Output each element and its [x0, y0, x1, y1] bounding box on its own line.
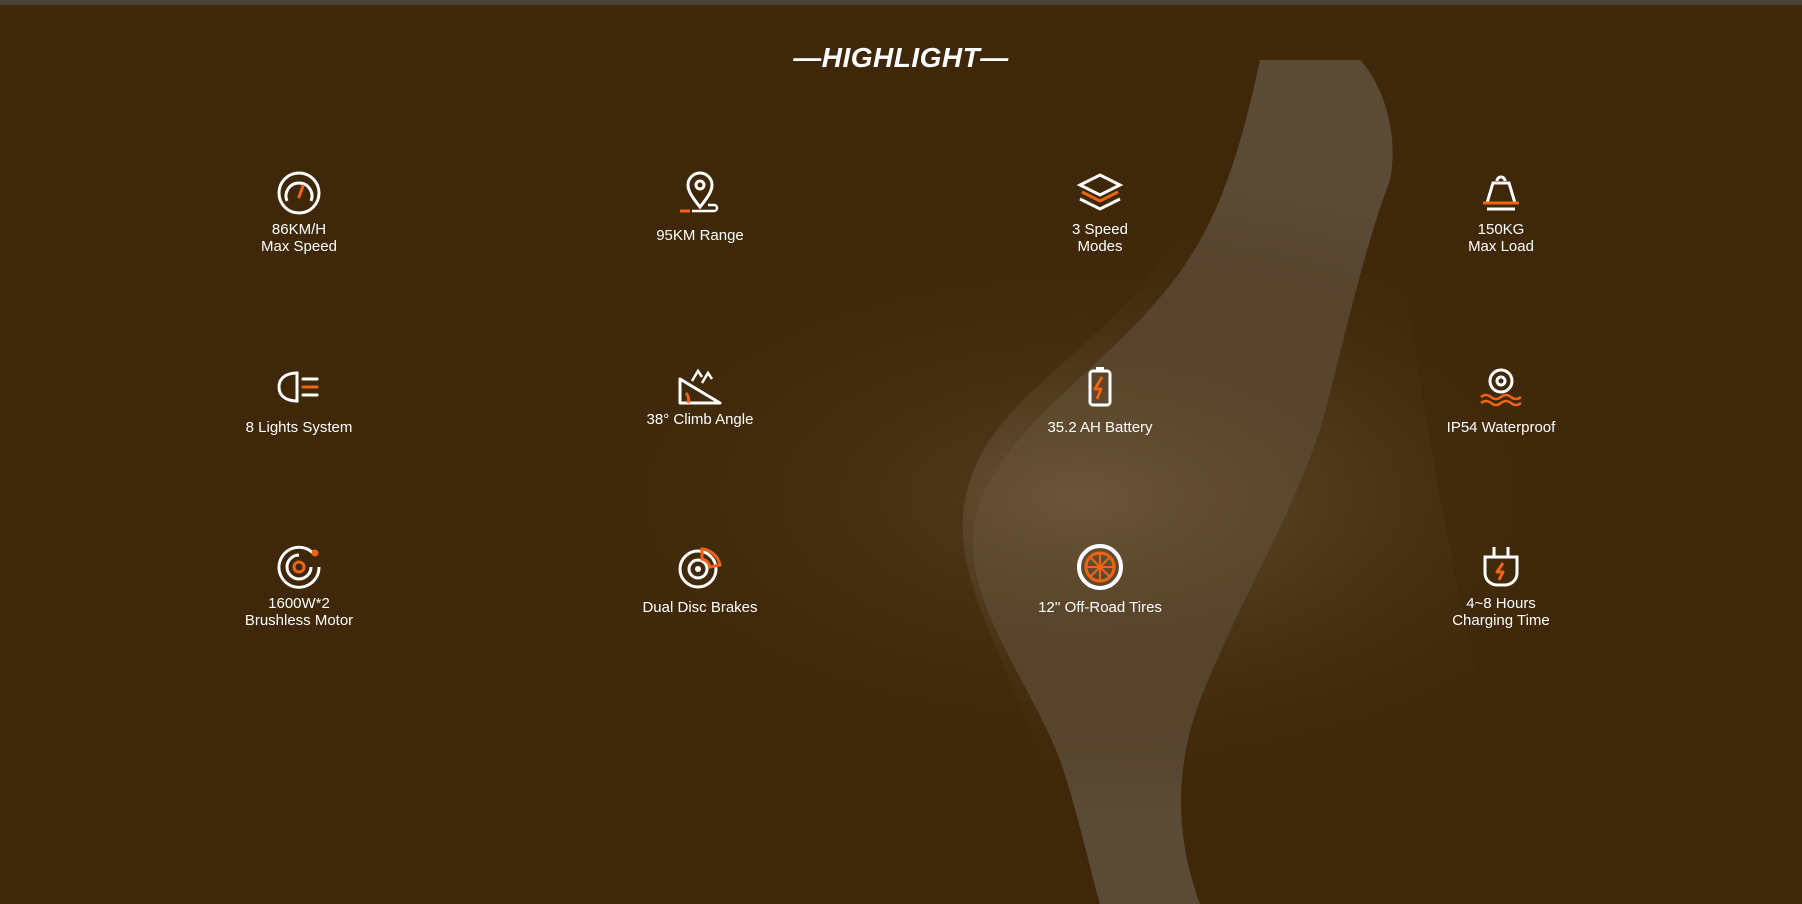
feature-sublabel: Charging Time: [1452, 612, 1550, 629]
feature-climb-angle: 38° Climb Angle: [570, 361, 830, 428]
feature-label: 35.2 AH Battery: [1047, 419, 1153, 436]
weight-icon: [1475, 167, 1527, 219]
climb-slope-icon: [674, 361, 726, 413]
feature-label: Dual Disc Brakes: [642, 599, 758, 616]
feature-sublabel: Brushless Motor: [244, 612, 354, 629]
top-divider: [0, 0, 1802, 5]
feature-charging: 4~8 Hours Charging Time: [1371, 541, 1631, 629]
feature-range: 95KM Range: [570, 167, 830, 244]
feature-brakes: Dual Disc Brakes: [570, 541, 830, 616]
tire-icon: [1074, 541, 1126, 593]
feature-label: 8 Lights System: [245, 419, 353, 436]
feature-tires: 12'' Off-Road Tires: [970, 541, 1230, 616]
feature-sublabel: Max Load: [1468, 238, 1534, 255]
charging-plug-icon: [1475, 541, 1527, 593]
feature-label: IP54 Waterproof: [1446, 419, 1556, 436]
feature-label: 150KG: [1477, 221, 1525, 238]
feature-label: 1600W*2: [268, 595, 330, 612]
feature-max-load: 150KG Max Load: [1371, 167, 1631, 255]
feature-label: 38° Climb Angle: [646, 411, 754, 428]
feature-max-speed: 86KM/H Max Speed: [169, 167, 429, 255]
feature-motor: 1600W*2 Brushless Motor: [169, 541, 429, 629]
feature-label: 86KM/H: [271, 221, 327, 238]
feature-sublabel: Modes: [1077, 238, 1123, 255]
feature-label: 95KM Range: [656, 227, 744, 244]
feature-sublabel: Max Speed: [261, 238, 337, 255]
highlight-section: —HIGHLIGHT— 86KM/H Max Speed 95KM Range 3…: [0, 0, 1802, 904]
feature-speed-modes: 3 Speed Modes: [970, 167, 1230, 255]
feature-label: 3 Speed: [1072, 221, 1128, 238]
headlight-icon: [273, 361, 325, 413]
feature-label: 12'' Off-Road Tires: [1038, 599, 1162, 616]
feature-label: 4~8 Hours: [1466, 595, 1536, 612]
location-pin-icon: [674, 167, 726, 219]
speedometer-icon: [273, 167, 325, 219]
canyon-background: [0, 0, 1802, 904]
section-title: —HIGHLIGHT—: [793, 42, 1009, 73]
feature-waterproof: IP54 Waterproof: [1371, 361, 1631, 436]
layers-icon: [1074, 167, 1126, 219]
feature-lights: 8 Lights System: [169, 361, 429, 436]
battery-icon: [1074, 361, 1126, 413]
feature-battery: 35.2 AH Battery: [970, 361, 1230, 436]
disc-brake-icon: [674, 541, 726, 593]
motor-icon: [273, 541, 325, 593]
waterproof-icon: [1475, 361, 1527, 413]
